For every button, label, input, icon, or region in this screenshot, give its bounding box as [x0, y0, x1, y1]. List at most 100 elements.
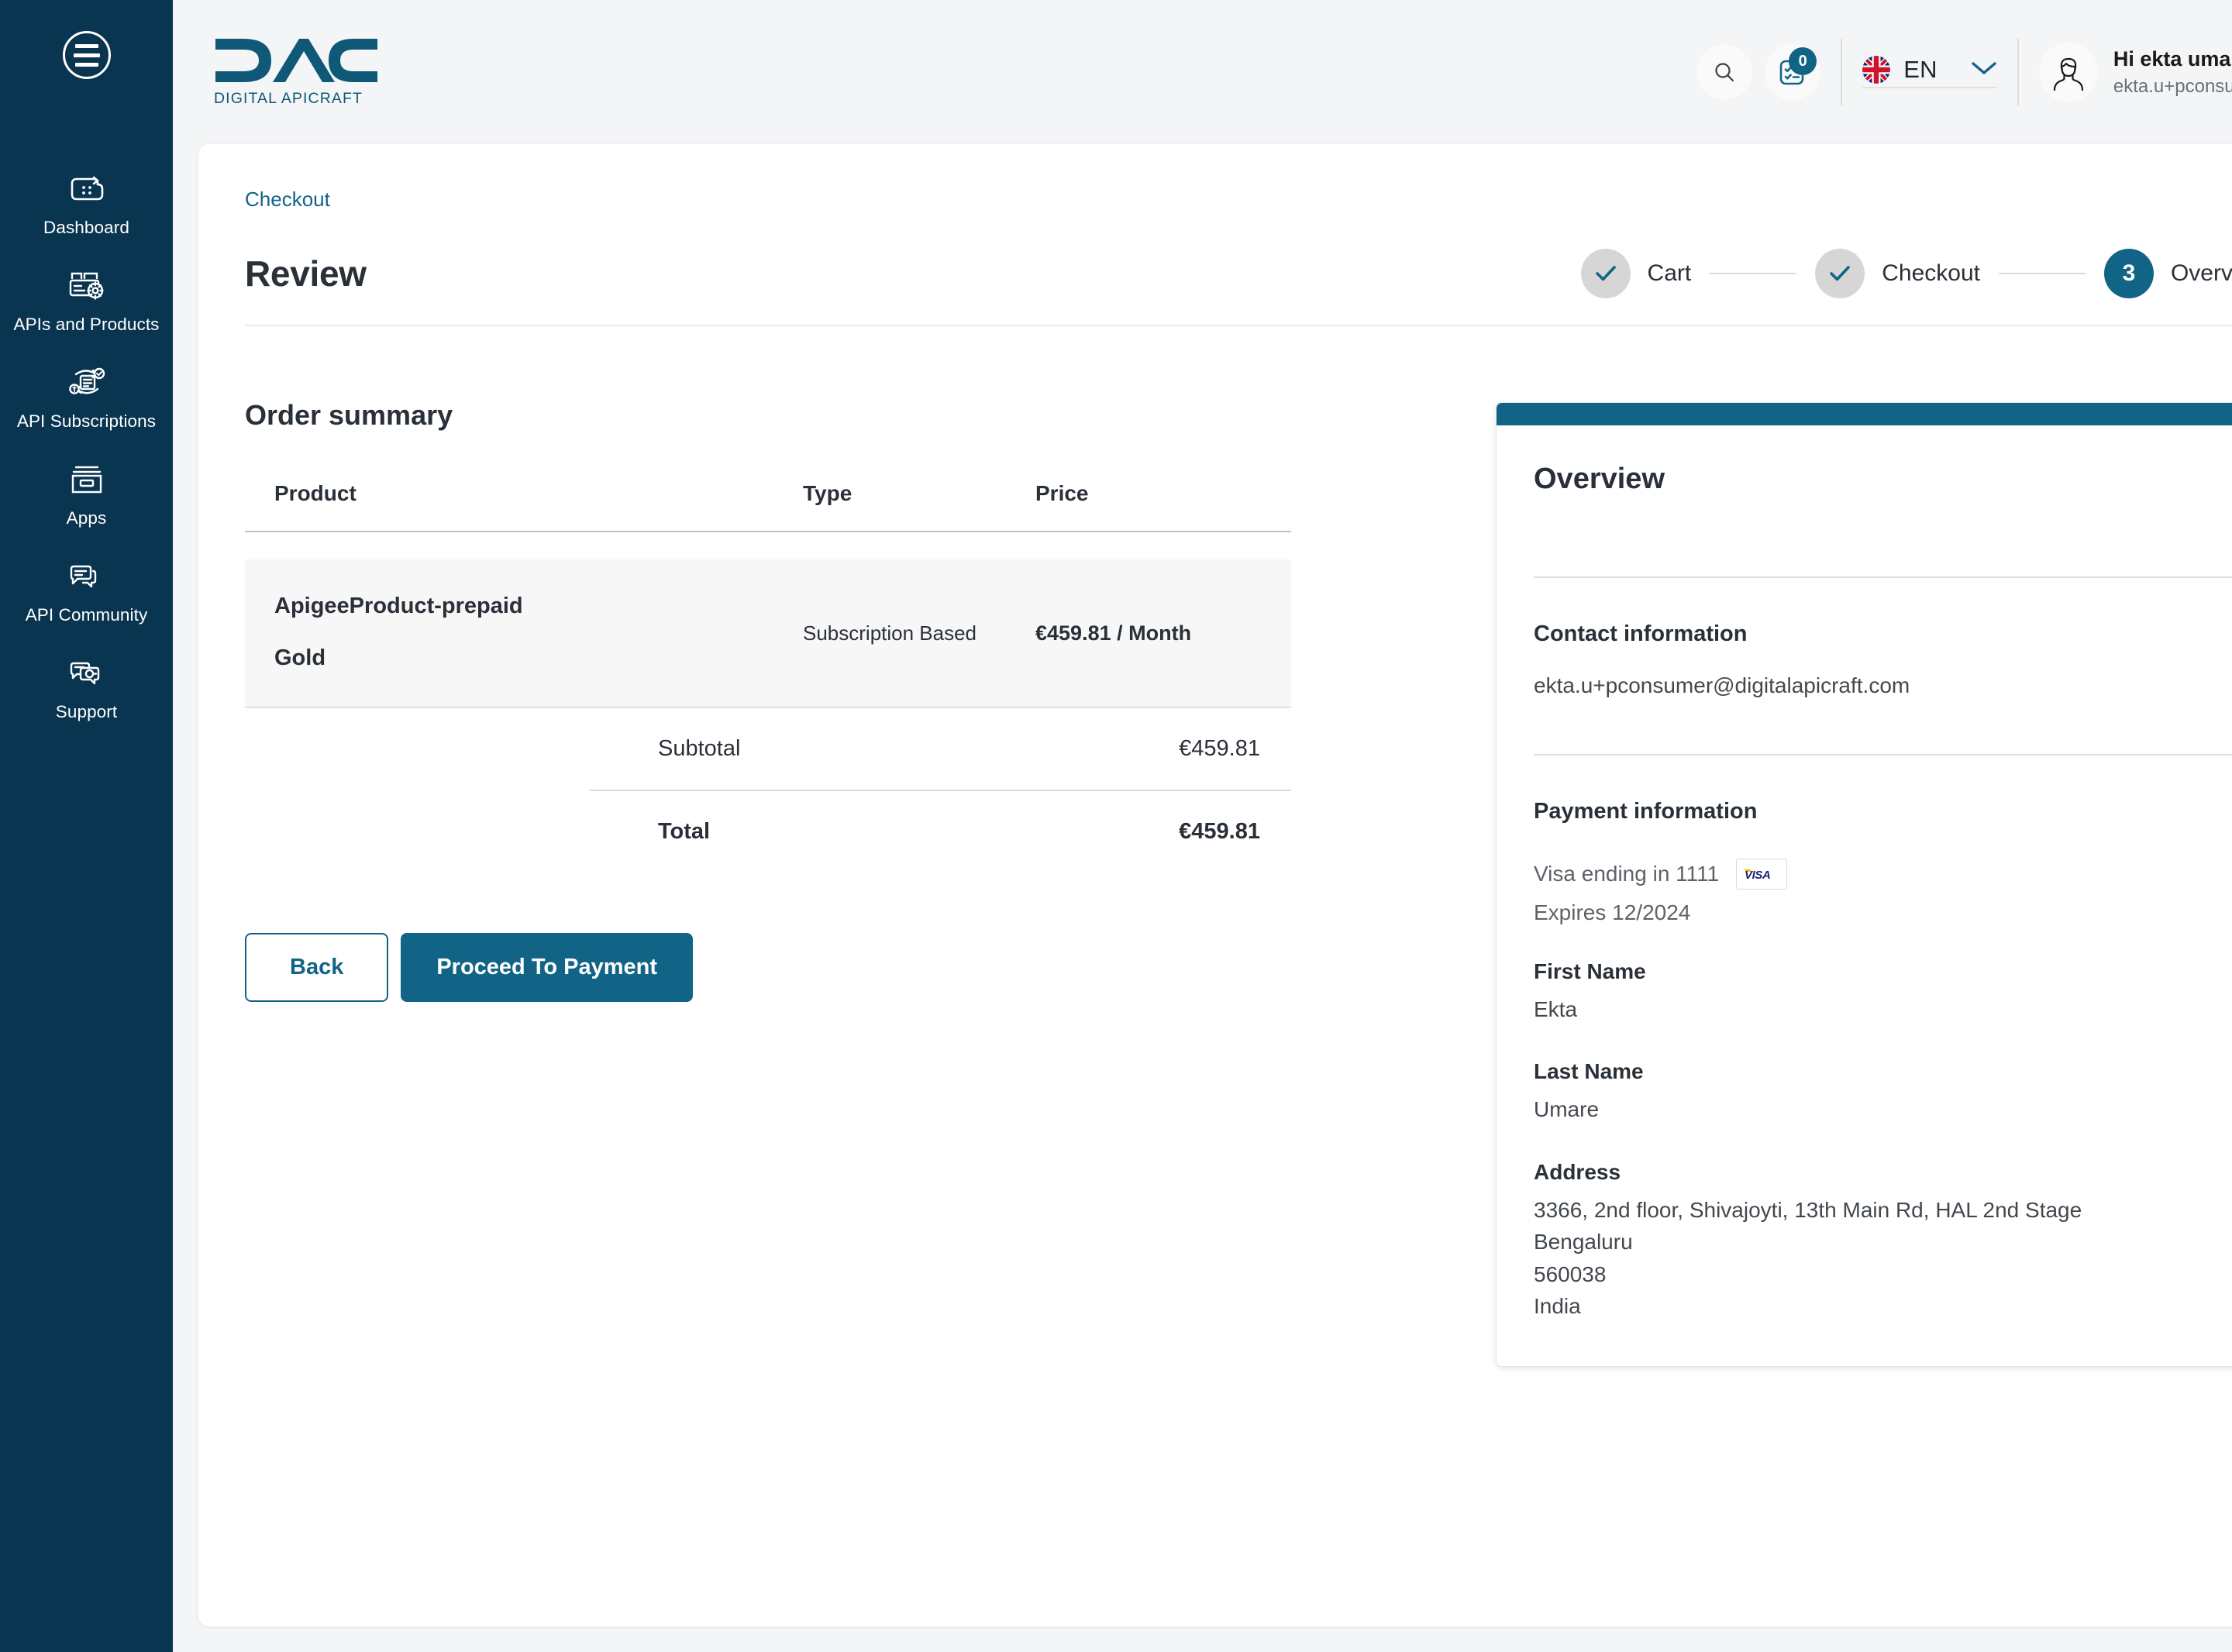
sidebar-item-support[interactable]: Support: [0, 641, 173, 738]
payment-information-heading: Payment information: [1534, 799, 1758, 824]
overview-column: Overview Contact information ekta.u+pcon…: [1496, 399, 2232, 1367]
language-selector[interactable]: EN: [1862, 56, 1997, 88]
last-name-field: Last Name Umare: [1534, 1059, 2232, 1125]
last-name-value: Umare: [1534, 1097, 1600, 1122]
hamburger-menu-icon[interactable]: [62, 31, 111, 79]
sidebar-item-apis-and-products[interactable]: APIs and Products: [0, 253, 173, 350]
step-label: Overview: [2170, 260, 2232, 286]
overview-title: Overview: [1534, 463, 1665, 495]
check-icon: [1595, 266, 1616, 281]
sidebar-item-apps[interactable]: Apps: [0, 447, 173, 544]
page-title: Review: [245, 253, 367, 294]
back-button[interactable]: Back: [245, 933, 389, 1002]
sidebar-item-label: Apps: [66, 508, 107, 528]
total-value: €459.81: [1179, 819, 1260, 844]
step-checkout[interactable]: Checkout: [1815, 249, 1980, 298]
checkout-stepper: Cart Checkout 3 Overview: [1580, 249, 2232, 298]
svg-text:DIGITAL APICRAFT: DIGITAL APICRAFT: [214, 90, 363, 107]
step-marker: 3: [2103, 249, 2154, 298]
visa-icon: VISA: [1736, 859, 1788, 890]
check-icon: [1830, 266, 1851, 281]
header-divider-2: [2017, 39, 2019, 105]
apis-products-icon: [66, 266, 108, 306]
address-line-1: 3366, 2nd floor, Shivajoyti, 13th Main R…: [1534, 1197, 2082, 1222]
search-icon: [1715, 63, 1734, 82]
first-name-field: First Name Ekta: [1534, 959, 2232, 1025]
user-greeting: Hi ekta umare: [2113, 46, 2232, 71]
avatar: [2038, 43, 2098, 102]
breadcrumb[interactable]: Checkout: [245, 188, 330, 211]
proceed-to-payment-button[interactable]: Proceed To Payment: [401, 933, 694, 1002]
payment-information-block: Payment information Visa ending in 1111 …: [1534, 755, 2232, 1323]
cell-type: Subscription Based: [803, 559, 1035, 707]
search-button[interactable]: [1696, 44, 1753, 100]
language-code: EN: [1903, 56, 1938, 83]
dac-logo-mark: [215, 39, 377, 82]
overview-card-body: Overview Contact information ekta.u+pcon…: [1497, 425, 2232, 1366]
sidebar-item-label: API Subscriptions: [16, 411, 157, 431]
step-connector: [1998, 273, 2086, 274]
step-overview[interactable]: 3 Overview: [2103, 249, 2232, 298]
address-line-2: Bengaluru: [1534, 1230, 1633, 1254]
step-cart[interactable]: Cart: [1580, 249, 1692, 298]
review-body: Order summary Product Type Price ApigeeP…: [245, 399, 2232, 1367]
total-label: Total: [658, 819, 711, 844]
sidebar-item-api-subscriptions[interactable]: API Subscriptions: [0, 350, 173, 447]
address-label: Address: [1534, 1159, 1621, 1184]
brand-logo[interactable]: DIGITAL APICRAFT: [214, 37, 379, 107]
step-marker: [1815, 249, 1865, 298]
content-panel: Checkout Review Cart Checkout 3 Overv Or…: [198, 144, 2232, 1626]
column-header-price: Price: [1035, 481, 1291, 532]
last-name-label: Last Name: [1534, 1059, 1644, 1084]
chevron-down-icon[interactable]: [1971, 60, 1997, 80]
sidebar-item-label: APIs and Products: [13, 315, 160, 334]
uk-flag-icon: [1862, 56, 1891, 84]
contact-information-heading: Contact information: [1534, 621, 1748, 646]
sidebar-item-api-community[interactable]: API Community: [0, 544, 173, 641]
user-email: ekta.u+pconsume...: [2113, 75, 2232, 97]
dac-logo-tagline: DIGITAL APICRAFT: [214, 90, 363, 107]
address-field: Address 3366, 2nd floor, Shivajoyti, 13t…: [1534, 1160, 2232, 1323]
overview-card-accent-bar: [1497, 403, 2232, 425]
contact-information-block: Contact information ekta.u+pconsumer@dig…: [1534, 578, 2232, 698]
sidebar: Dashboard APIs and Products API Subscrip…: [0, 0, 173, 1652]
step-connector: [1710, 273, 1797, 274]
support-icon: [67, 653, 107, 693]
column-header-product: Product: [245, 481, 803, 532]
column-header-type: Type: [803, 481, 1035, 532]
user-menu[interactable]: Hi ekta umare ekta.u+pconsume...: [2038, 43, 2232, 102]
order-summary-title: Order summary: [245, 399, 453, 431]
subtotal-label: Subtotal: [658, 736, 741, 761]
header-divider-1: [1841, 39, 1843, 105]
order-summary-column: Order summary Product Type Price ApigeeP…: [245, 399, 1454, 1367]
api-subscriptions-icon: [66, 363, 108, 403]
product-tier: Gold: [274, 645, 326, 670]
tasks-button[interactable]: 0: [1765, 44, 1821, 100]
address-line-4: India: [1534, 1294, 1581, 1319]
product-name: ApigeeProduct-prepaid: [274, 594, 523, 618]
sidebar-item-label: Support: [55, 702, 118, 721]
address-line-3: 560038: [1534, 1261, 1607, 1286]
table-row: ApigeeProduct-prepaid Gold Subscription …: [245, 559, 1291, 707]
subtotal-value: €459.81: [1179, 736, 1260, 761]
top-header: DIGITAL APICRAFT 0 EN Hi ekta uma ekta.u…: [173, 0, 2232, 144]
card-line: Visa ending in 1111 VISA: [1534, 859, 2232, 890]
dashboard-icon: [67, 169, 107, 209]
step-label: Cart: [1647, 260, 1692, 286]
header-actions: 0 EN Hi ekta uma ekta.u+pconsu: [1684, 39, 2232, 105]
total-row: Total €459.81: [590, 790, 1291, 872]
overview-card: Overview Contact information ekta.u+pcon…: [1496, 402, 2232, 1367]
apps-icon: [68, 459, 105, 500]
sidebar-item-label: API Community: [25, 605, 148, 625]
api-community-icon: [67, 556, 107, 597]
step-label: Checkout: [1882, 260, 1980, 286]
card-text: Visa ending in 1111: [1534, 862, 1720, 886]
sidebar-item-dashboard[interactable]: Dashboard: [0, 157, 173, 253]
app-root: Dashboard APIs and Products API Subscrip…: [0, 0, 2232, 1652]
cell-product: ApigeeProduct-prepaid Gold: [245, 559, 803, 707]
main-area: DIGITAL APICRAFT 0 EN Hi ekta uma ekta.u…: [173, 0, 2232, 1652]
hamburger-menu-button[interactable]: [62, 31, 111, 79]
step-marker: [1580, 249, 1631, 298]
svg-text:VISA: VISA: [1745, 869, 1770, 882]
first-name-label: First Name: [1534, 959, 1646, 983]
